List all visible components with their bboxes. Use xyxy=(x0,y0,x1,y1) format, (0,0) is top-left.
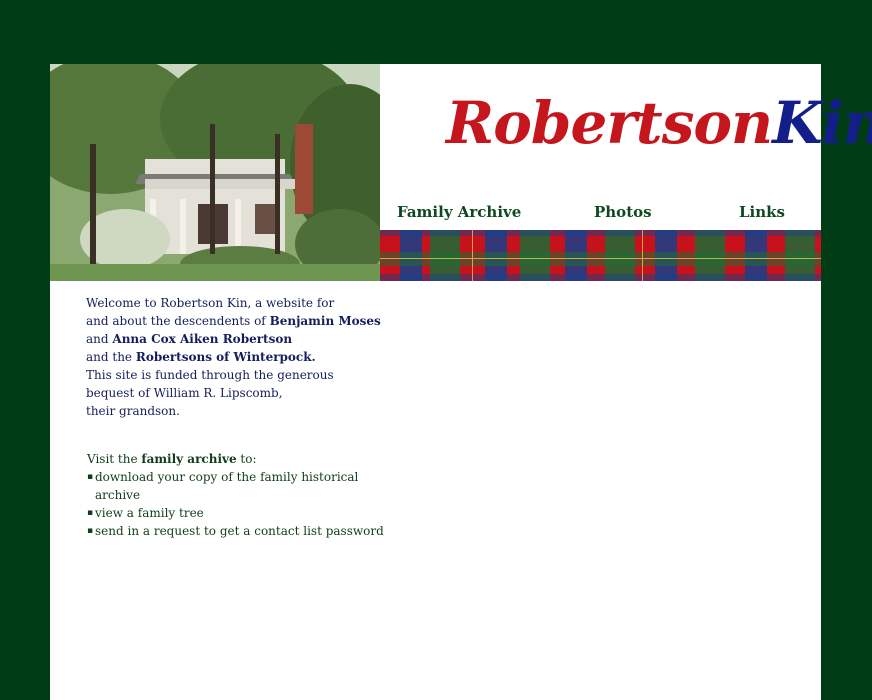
list-item: send in a request to get a contact list … xyxy=(87,522,387,540)
intro-line-5: This site is funded through the generous xyxy=(86,368,334,382)
list-item: view a family tree xyxy=(87,504,387,522)
page-panel: RobertsonKin Family Archive Photos Links xyxy=(50,64,872,700)
nav-links[interactable]: Links xyxy=(739,203,785,221)
site-header: RobertsonKin Family Archive Photos Links xyxy=(380,64,872,230)
house-photo xyxy=(50,64,380,281)
nav-family-archive[interactable]: Family Archive xyxy=(397,203,521,221)
name-robertsons-winterpock: Robertsons of Winterpock. xyxy=(135,350,316,364)
intro-line-2: and about the descendents of xyxy=(86,314,270,328)
intro-line-4: and the xyxy=(86,350,136,364)
family-archive-link[interactable]: family archive xyxy=(141,452,236,466)
list-item: download your copy of the family histori… xyxy=(87,468,387,504)
intro-line-1: Welcome to Robertson Kin, a website for xyxy=(86,296,335,310)
visit-prefix: Visit the xyxy=(87,452,142,466)
archive-actions-list: download your copy of the family histori… xyxy=(87,468,387,540)
nav-photos[interactable]: Photos xyxy=(594,203,652,221)
visit-archive-section: Visit the family archive to: download yo… xyxy=(87,450,387,540)
tartan-banner xyxy=(380,230,821,281)
logo-robertson: Robertson xyxy=(446,89,773,157)
logo-kin: Kin xyxy=(772,89,872,157)
name-anna-robertson: Anna Cox Aiken Robertson xyxy=(112,332,293,346)
intro-line-6: bequest of William R. Lipscomb, xyxy=(86,386,283,400)
welcome-text: Welcome to Robertson Kin, a website for … xyxy=(86,294,386,420)
name-benjamin-moses: Benjamin Moses xyxy=(269,314,381,328)
intro-line-7: their grandson. xyxy=(86,404,180,418)
site-logo[interactable]: RobertsonKin xyxy=(446,94,872,152)
intro-and: and xyxy=(86,332,113,346)
visit-suffix: to: xyxy=(236,452,257,466)
